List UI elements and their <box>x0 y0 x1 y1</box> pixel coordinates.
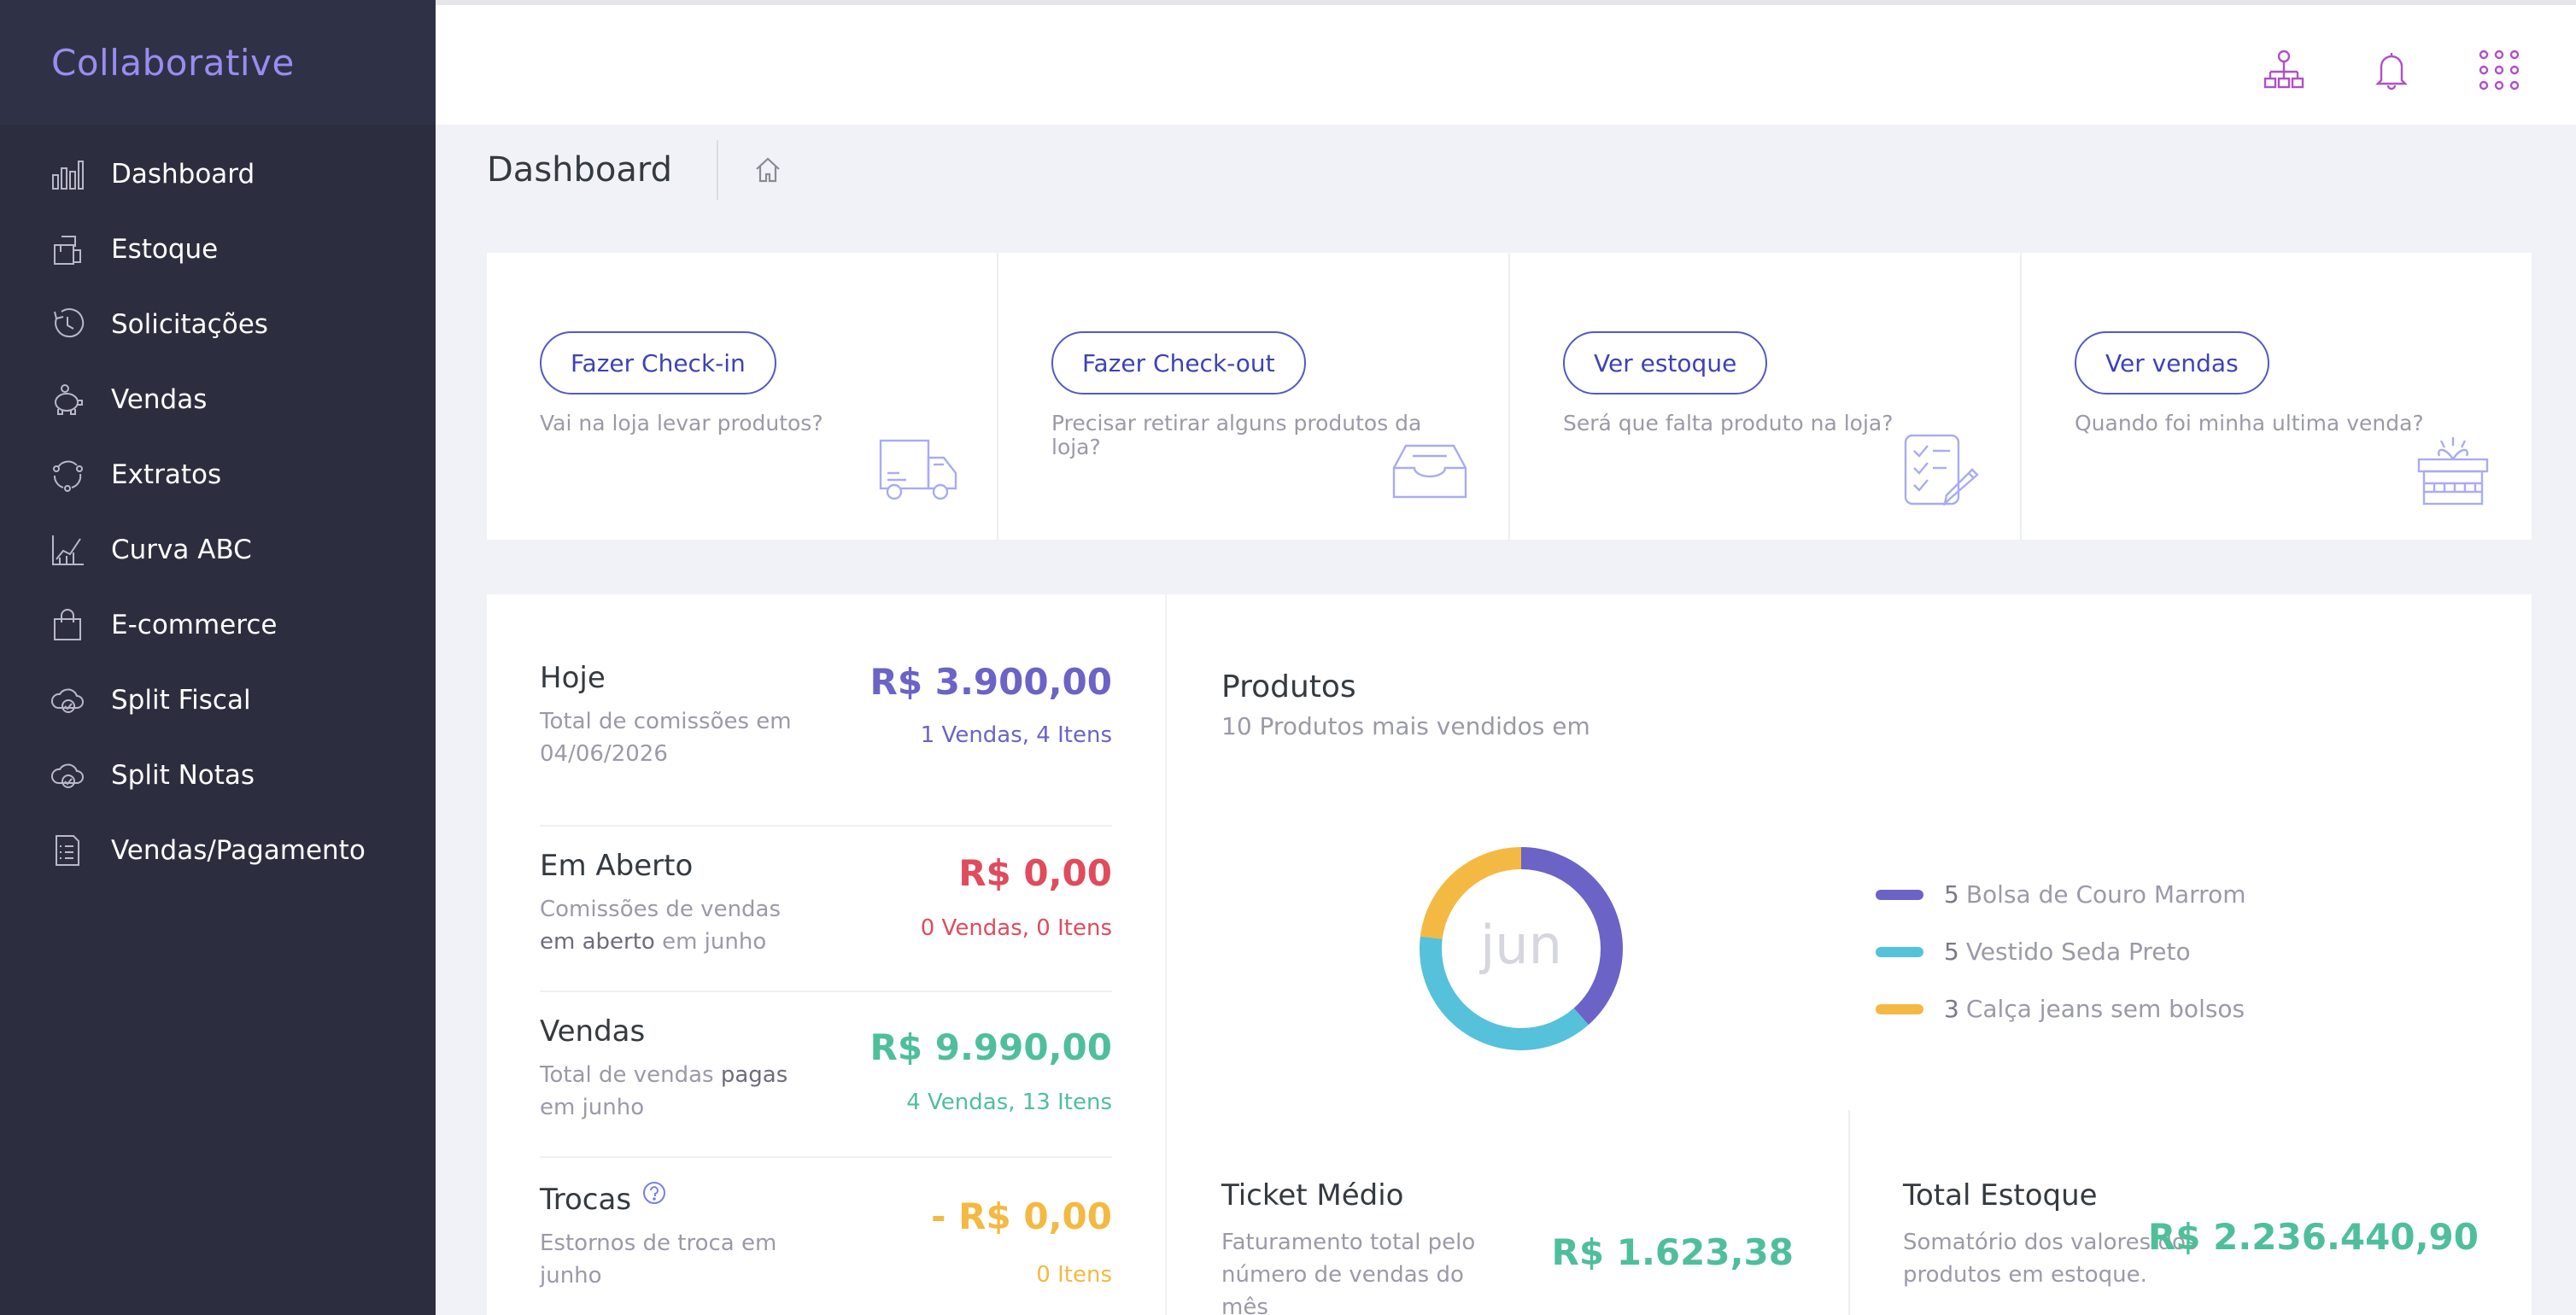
legend-label: Bolsa de Couro Marrom <box>1965 880 2246 909</box>
total-estoque-title: Total Estoque <box>1903 1178 2098 1213</box>
stats-panel: Hoje Total de comissões em 04/06/2026 R$… <box>487 594 1165 1315</box>
legend-item[interactable]: 5 Vestido Seda Preto <box>1876 923 2246 980</box>
sidebar-item-label: Vendas <box>111 384 208 415</box>
stat-value: R$ 3.900,00 <box>869 661 1112 703</box>
legend-item[interactable]: 3 Calça jeans sem bolsos <box>1876 980 2246 1037</box>
action-card-vendas: Ver vendas Quando foi minha ultima venda… <box>2022 253 2532 540</box>
bar-chart-icon <box>52 161 84 190</box>
checkout-button[interactable]: Fazer Check-out <box>1051 331 1306 394</box>
ticket-medio-value: R$ 1.623,38 <box>1551 1231 1794 1273</box>
piggy-bank-icon <box>55 384 83 415</box>
donut-center-label: jun <box>1478 914 1562 976</box>
org-chart-icon[interactable] <box>2262 48 2306 92</box>
sidebar-item-label: Curva ABC <box>111 535 252 565</box>
brand-logo[interactable]: Collaborative <box>0 0 436 125</box>
checkin-button[interactable]: Fazer Check-in <box>540 331 776 394</box>
legend-swatch <box>1876 889 1923 900</box>
line-chart-icon <box>52 535 84 565</box>
sidebar-item-extratos[interactable]: Extratos <box>0 437 436 512</box>
page-header: Dashboard <box>487 140 783 200</box>
stat-subvalue: 1 Vendas, 4 Itens <box>920 722 1112 748</box>
products-title: Produtos <box>1221 669 1356 704</box>
sidebar-item-label: Split Notas <box>111 760 255 791</box>
apps-grid-icon[interactable] <box>2477 48 2521 92</box>
action-description: Quando foi minha ultima venda? <box>2075 411 2424 435</box>
legend-item[interactable]: 5 Bolsa de Couro Marrom <box>1876 866 2246 923</box>
products-donut-chart: jun <box>1420 847 1623 1050</box>
sidebar-item-vendas-pagamento[interactable]: Vendas/Pagamento <box>0 813 436 888</box>
sidebar-item-label: Vendas/Pagamento <box>111 835 366 866</box>
action-card-checkout: Fazer Check-out Precisar retirar alguns … <box>998 253 1510 540</box>
sidebar-item-dashboard[interactable]: Dashboard <box>0 137 436 212</box>
sidebar-item-solicitacoes[interactable]: Solicitações <box>0 287 436 362</box>
stat-hoje: Hoje Total de comissões em 04/06/2026 R$… <box>540 661 1112 827</box>
stat-description: Estornos de troca em junho <box>540 1230 777 1289</box>
quick-actions: Fazer Check-in Vai na loja levar produto… <box>487 253 2532 540</box>
ver-vendas-button[interactable]: Ver vendas <box>2075 331 2269 394</box>
stat-value: R$ 9.990,00 <box>869 1026 1112 1068</box>
cloud-check-icon <box>50 763 84 788</box>
sidebar: Collaborative Dashboard Estoque Solicita… <box>0 0 436 1315</box>
sidebar-item-label: E-commerce <box>111 610 278 640</box>
stat-trocas: Trocas Estornos de troca em junho - R$ 0… <box>540 1158 1112 1315</box>
stat-subvalue: 0 Itens <box>1036 1262 1112 1288</box>
action-card-checkin: Fazer Check-in Vai na loja levar produto… <box>487 253 998 540</box>
cycle-icon <box>53 460 83 492</box>
products-panel: Produtos 10 Produtos mais vendidos em ju… <box>1167 594 2532 1315</box>
sidebar-item-ecommerce[interactable]: E-commerce <box>0 587 436 663</box>
topbar <box>436 0 2576 125</box>
home-icon[interactable] <box>752 155 783 185</box>
cloud-check-icon <box>50 688 84 713</box>
sidebar-item-label: Solicitações <box>111 309 268 340</box>
legend-count: 5 <box>1944 938 1959 966</box>
sidebar-item-split-fiscal[interactable]: Split Fiscal <box>0 663 436 738</box>
ticket-medio-title: Ticket Médio <box>1221 1178 1404 1213</box>
page-title: Dashboard <box>487 140 719 200</box>
shopping-bag-icon <box>54 609 81 640</box>
legend-label: Calça jeans sem bolsos <box>1965 995 2245 1023</box>
stat-vendas: Vendas Total de vendas pagas em junho R$… <box>540 992 1112 1158</box>
stat-description: Total de comissões em 04/06/2026 <box>540 709 792 767</box>
stat-value: R$ 0,00 <box>958 852 1112 894</box>
action-card-estoque: Ver estoque Será que falta produto na lo… <box>1510 253 2022 540</box>
help-icon[interactable] <box>641 1180 667 1206</box>
sidebar-item-split-notas[interactable]: Split Notas <box>0 738 436 813</box>
document-list-icon <box>56 835 79 866</box>
sidebar-item-curva-abc[interactable]: Curva ABC <box>0 512 436 587</box>
stat-em-aberto: Em Aberto Comissões de vendas em aberto … <box>540 827 1112 992</box>
inbox-tray-icon <box>1392 444 1467 499</box>
checklist-icon <box>1904 434 1979 506</box>
stat-subvalue: 0 Vendas, 0 Itens <box>920 915 1112 941</box>
sidebar-item-label: Dashboard <box>111 159 255 190</box>
sidebar-item-label: Estoque <box>111 234 219 265</box>
sidebar-menu: Dashboard Estoque Solicitações Vendas Ex… <box>0 125 436 888</box>
sidebar-item-estoque[interactable]: Estoque <box>0 212 436 287</box>
stat-description: Comissões de vendas em aberto em junho <box>540 897 782 955</box>
ticket-medio-description: Faturamento total pelo número de vendas … <box>1221 1230 1476 1315</box>
stat-subvalue: 4 Vendas, 13 Itens <box>906 1090 1112 1115</box>
chart-legend: 5 Bolsa de Couro Marrom 5 Vestido Seda P… <box>1876 866 2246 1037</box>
truck-icon <box>879 439 957 500</box>
clock-refresh-icon <box>54 308 85 338</box>
ver-estoque-button[interactable]: Ver estoque <box>1563 331 1768 394</box>
bell-icon[interactable] <box>2369 48 2414 92</box>
sidebar-item-label: Split Fiscal <box>111 685 251 716</box>
stat-value: - R$ 0,00 <box>931 1195 1112 1237</box>
products-subtitle: 10 Produtos mais vendidos em <box>1221 712 1590 740</box>
action-description: Vai na loja levar produtos? <box>540 411 823 435</box>
stat-description: Total de vendas pagas em junho <box>540 1062 788 1120</box>
boxes-icon <box>54 236 81 265</box>
legend-label: Vestido Seda Preto <box>1965 938 2191 966</box>
sidebar-item-label: Extratos <box>111 459 222 490</box>
total-estoque-value: R$ 2.236.440,90 <box>2147 1216 2479 1258</box>
legend-swatch <box>1876 1003 1923 1014</box>
divider <box>1848 1110 1850 1315</box>
action-description: Será que falta produto na loja? <box>1563 411 1894 435</box>
sidebar-item-vendas[interactable]: Vendas <box>0 362 436 437</box>
gift-icon <box>2417 437 2489 506</box>
legend-count: 5 <box>1944 880 1959 909</box>
legend-swatch <box>1876 946 1923 957</box>
legend-count: 3 <box>1944 995 1959 1023</box>
